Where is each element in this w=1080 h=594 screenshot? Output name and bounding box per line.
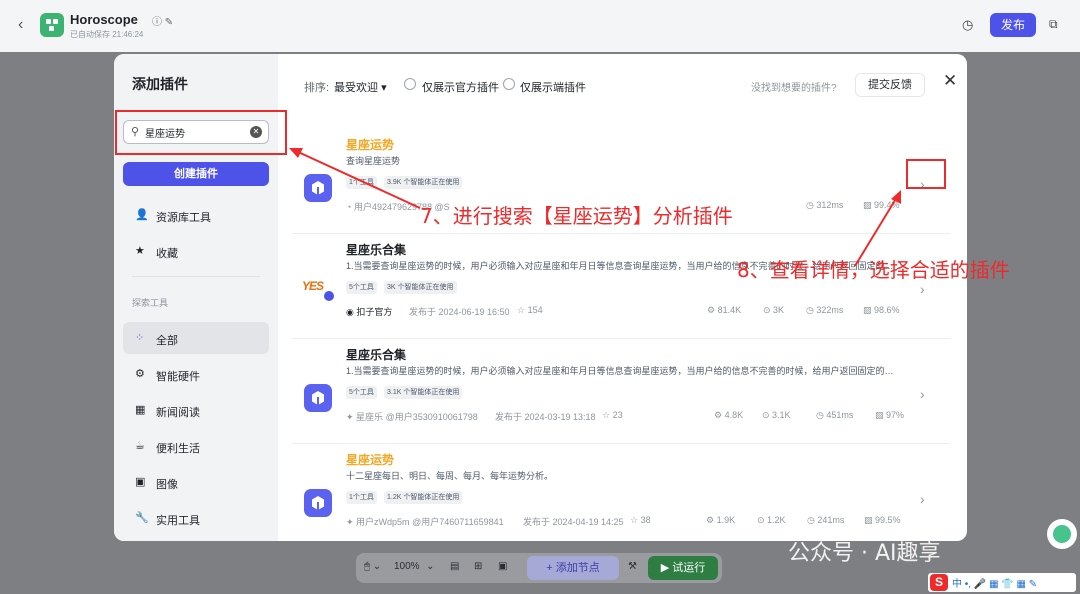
- arrowhead-detail: [891, 190, 901, 204]
- annotation-arrows: [289, 148, 901, 267]
- ime-items[interactable]: 中 •, 🎤 ▦ 👕 ▦ ✎: [952, 575, 1037, 590]
- watermark-logo-icon: [1047, 519, 1077, 549]
- ime-toolbar[interactable]: S 中 •, 🎤 ▦ 👕 ▦ ✎: [928, 573, 1076, 592]
- step8-annotation: 8、查看详情，选择合适的插件: [737, 258, 1010, 282]
- watermark-text: 公众号 · AI趣享: [788, 541, 941, 566]
- step7-annotation: 7、进行搜索【星座运势】分析插件: [420, 204, 733, 228]
- arrow-to-search: [295, 150, 421, 209]
- ime-logo-icon: S: [930, 574, 948, 591]
